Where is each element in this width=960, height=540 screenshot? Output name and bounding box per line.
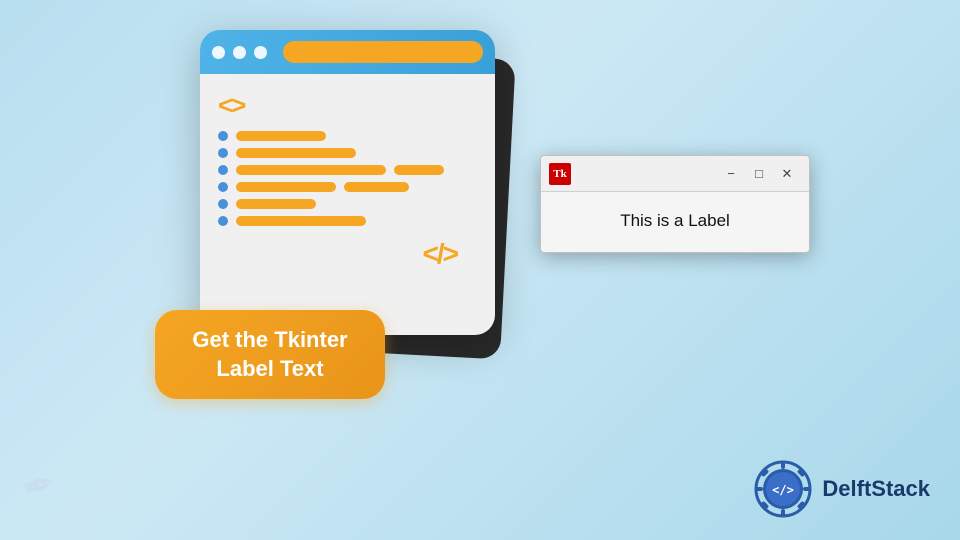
code-bar [236, 199, 316, 209]
code-line-row [218, 165, 477, 175]
code-bar [236, 148, 356, 158]
traffic-dot-3 [254, 46, 267, 59]
editor-titlebar [200, 30, 495, 74]
tkinter-titlebar: Tk − □ ✕ [541, 156, 809, 192]
dot-bullet [218, 182, 228, 192]
dot-bullet [218, 131, 228, 141]
code-line-row [218, 148, 477, 158]
minimize-button[interactable]: − [717, 162, 745, 186]
traffic-dot-1 [212, 46, 225, 59]
feather-icon: ✒ [16, 457, 63, 513]
maximize-button[interactable]: □ [745, 162, 773, 186]
svg-text:</>: </> [773, 483, 795, 497]
code-bar [394, 165, 444, 175]
code-lines [218, 131, 477, 226]
tkinter-app-icon: Tk [549, 163, 571, 185]
code-line-row [218, 182, 477, 192]
dot-bullet [218, 148, 228, 158]
code-bar [236, 216, 366, 226]
code-bar [344, 182, 409, 192]
promo-pill-text: Get the Tkinter Label Text [181, 326, 359, 383]
tkinter-body: This is a Label [541, 192, 809, 252]
tkinter-label: This is a Label [620, 211, 730, 231]
promo-pill: Get the Tkinter Label Text [155, 310, 385, 399]
code-bracket-bottom: </> [218, 238, 477, 270]
dot-bullet [218, 165, 228, 175]
editor-card: <> [200, 30, 495, 335]
dot-bullet [218, 216, 228, 226]
close-button[interactable]: ✕ [773, 162, 801, 186]
code-bar [236, 182, 336, 192]
code-bracket-top: <> [218, 90, 477, 121]
code-bar [236, 165, 386, 175]
delft-emblem-svg: </> [754, 460, 812, 518]
dot-bullet [218, 199, 228, 209]
code-line-row [218, 199, 477, 209]
code-bar [236, 131, 326, 141]
editor-searchbar [283, 41, 483, 63]
code-line-row [218, 131, 477, 141]
traffic-dot-2 [233, 46, 246, 59]
delft-logo-text: DelftStack [822, 476, 930, 502]
tkinter-window: Tk − □ ✕ This is a Label [540, 155, 810, 253]
code-line-row [218, 216, 477, 226]
editor-body: <> [200, 74, 495, 286]
delft-logo: </> DelftStack [754, 460, 930, 518]
